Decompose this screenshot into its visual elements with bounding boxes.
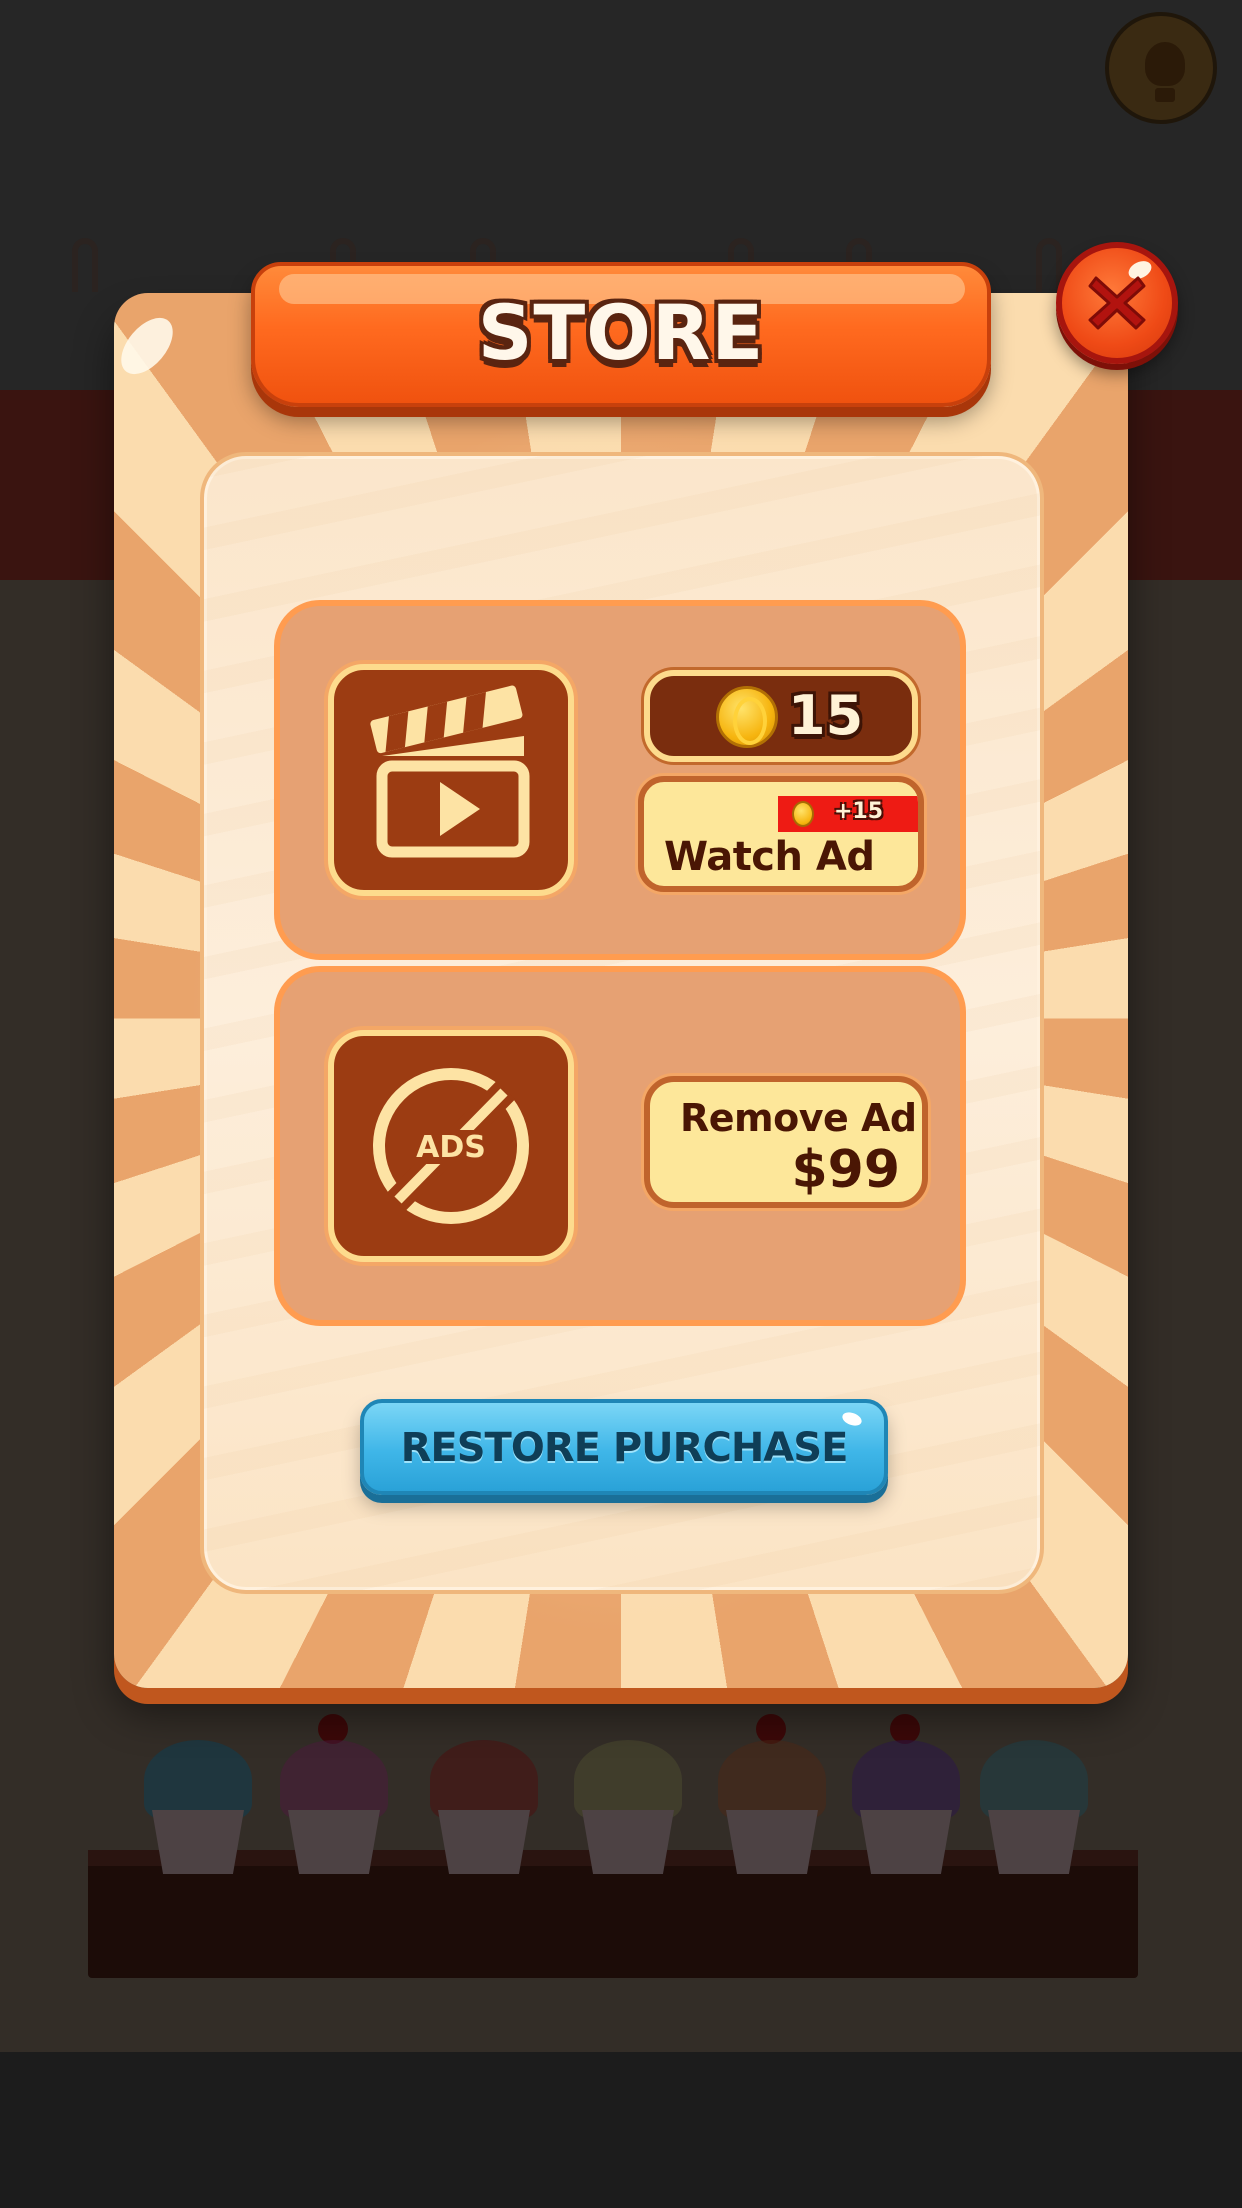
remove-ad-price: $99 (791, 1140, 900, 1200)
hanger-hook (72, 238, 98, 292)
reward-badge-value: +15 (834, 799, 884, 824)
cupcake (568, 1730, 688, 1880)
coin-icon (792, 801, 814, 827)
dialog-title: STORE (477, 288, 765, 377)
background-bottom-bar (0, 2052, 1242, 2208)
remove-ad-button[interactable]: Remove Ad $99 (644, 1076, 928, 1208)
cupcake (424, 1730, 544, 1880)
reward-badge: +15 (778, 796, 918, 832)
title-banner: STORE (251, 262, 991, 407)
cupcake (138, 1730, 258, 1880)
cupcake (712, 1714, 832, 1880)
cupcake (274, 1714, 394, 1880)
no-ads-icon-text: ADS (416, 1130, 486, 1165)
clapperboard-icon (370, 685, 530, 858)
bulb-base (1155, 88, 1175, 102)
close-button[interactable] (1056, 242, 1178, 364)
watch-ad-card: 15 +15 Watch Ad (274, 600, 966, 960)
close-x-icon (1088, 276, 1146, 330)
watch-ad-button[interactable]: +15 Watch Ad (638, 776, 924, 892)
coin-balance-value: 15 (788, 684, 864, 747)
bulb-shape (1145, 42, 1185, 86)
remove-ad-card: ADS Remove Ad $99 (274, 966, 966, 1326)
coin-balance: 15 (644, 670, 918, 762)
remove-ad-label: Remove Ad (680, 1096, 917, 1140)
restore-purchase-label: RESTORE PURCHASE (400, 1425, 849, 1471)
restore-purchase-button[interactable]: RESTORE PURCHASE (360, 1399, 888, 1495)
no-ads-tile: ADS (328, 1030, 574, 1262)
clapperboard-tile (328, 664, 574, 896)
cupcake (846, 1714, 966, 1880)
hint-lightbulb-icon (1105, 12, 1217, 124)
coin-icon (716, 686, 778, 748)
no-ads-icon: ADS (373, 1068, 529, 1224)
watch-ad-label: Watch Ad (664, 834, 875, 880)
cupcake (974, 1730, 1094, 1880)
